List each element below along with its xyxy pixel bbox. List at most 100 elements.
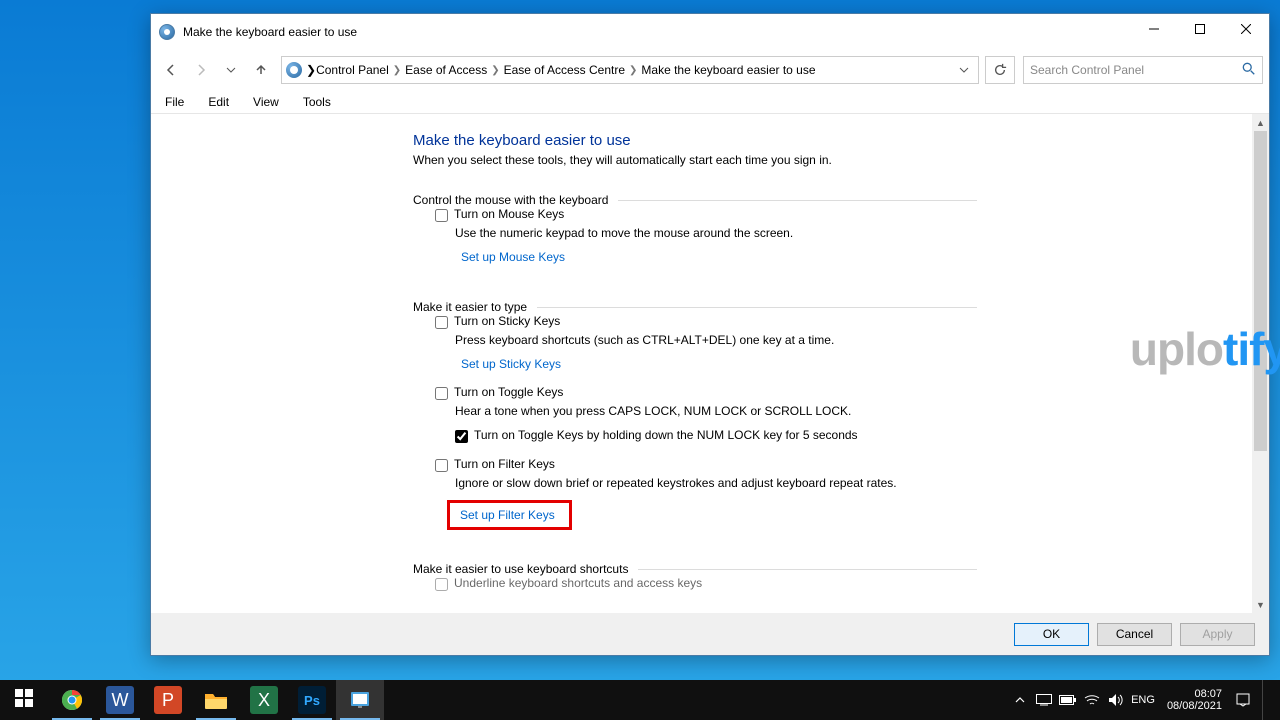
group-type: Make it easier to type Turn on Sticky Ke… [413, 292, 977, 540]
window-title: Make the keyboard easier to use [183, 25, 1131, 39]
group-label: Make it easier to use keyboard shortcuts [413, 562, 632, 576]
minimize-button[interactable] [1131, 14, 1177, 44]
checkbox-label: Turn on Toggle Keys [454, 385, 563, 399]
photoshop-icon: Ps [298, 686, 326, 714]
checkbox-label: Underline keyboard shortcuts and access … [454, 576, 702, 590]
app-icon [159, 24, 175, 40]
checkbox-toggle-keys[interactable]: Turn on Toggle Keys [435, 385, 977, 400]
tray-date: 08/08/2021 [1167, 700, 1222, 712]
taskbar-chrome[interactable] [48, 680, 96, 720]
folder-icon [202, 686, 230, 714]
tray-wifi-icon[interactable] [1083, 694, 1101, 706]
address-bar[interactable]: ❯ Control Panel ❯ Ease of Access ❯ Ease … [281, 56, 979, 84]
checkbox-underline-shortcuts[interactable]: Underline keyboard shortcuts and access … [435, 576, 977, 591]
chevron-right-icon: ❯ [306, 63, 316, 77]
link-setup-mouse-keys[interactable]: Set up Mouse Keys [461, 250, 565, 264]
menu-tools[interactable]: Tools [299, 93, 335, 111]
tray-chevron-up-icon[interactable] [1011, 695, 1029, 705]
apply-button[interactable]: Apply [1180, 623, 1255, 646]
ok-button[interactable]: OK [1014, 623, 1089, 646]
checkbox-underline-shortcuts-input[interactable] [435, 578, 448, 591]
taskbar-excel[interactable]: X [240, 680, 288, 720]
checkbox-sticky-keys[interactable]: Turn on Sticky Keys [435, 314, 977, 329]
chevron-right-icon: ❯ [629, 65, 637, 76]
checkbox-label: Turn on Filter Keys [454, 457, 555, 471]
tray-language[interactable]: ENG [1131, 694, 1155, 706]
tray-keyboard-icon[interactable] [1035, 694, 1053, 706]
checkbox-mouse-keys-input[interactable] [435, 209, 448, 222]
search-placeholder: Search Control Panel [1030, 63, 1144, 77]
checkbox-label: Turn on Mouse Keys [454, 207, 564, 221]
dialog-footer: OK Cancel Apply [151, 613, 1269, 655]
word-icon: W [106, 686, 134, 714]
start-button[interactable] [0, 680, 48, 720]
divider [537, 307, 977, 308]
toggle-keys-desc: Hear a tone when you press CAPS LOCK, NU… [455, 404, 977, 418]
checkbox-toggle-keys-hold-input[interactable] [455, 430, 468, 443]
link-setup-sticky-keys[interactable]: Set up Sticky Keys [461, 357, 561, 371]
tray-battery-icon[interactable] [1059, 695, 1077, 705]
tray-time: 08:07 [1167, 688, 1222, 700]
page-subtitle: When you select these tools, they will a… [413, 153, 1252, 167]
group-mouse: Control the mouse with the keyboard Turn… [413, 185, 977, 278]
taskbar-word[interactable]: W [96, 680, 144, 720]
checkbox-toggle-keys-input[interactable] [435, 387, 448, 400]
content-pane: Make the keyboard easier to use When you… [151, 114, 1252, 613]
divider [638, 569, 977, 570]
forward-button[interactable] [187, 56, 215, 84]
up-button[interactable] [247, 56, 275, 84]
taskbar: W P X Ps ENG 08:0 [0, 680, 1280, 720]
taskbar-control-panel[interactable] [336, 680, 384, 720]
link-setup-filter-keys[interactable]: Set up Filter Keys [447, 500, 572, 530]
divider [618, 200, 977, 201]
menu-file[interactable]: File [161, 93, 188, 111]
close-button[interactable] [1223, 14, 1269, 44]
checkbox-mouse-keys[interactable]: Turn on Mouse Keys [435, 207, 977, 222]
chrome-icon [58, 686, 86, 714]
taskbar-powerpoint[interactable]: P [144, 680, 192, 720]
control-panel-window: Make the keyboard easier to use [150, 13, 1270, 656]
filter-keys-desc: Ignore or slow down brief or repeated ke… [455, 476, 977, 490]
group-label: Make it easier to type [413, 300, 531, 314]
tray-volume-icon[interactable] [1107, 693, 1125, 707]
scroll-thumb[interactable] [1254, 131, 1267, 451]
scroll-down-button[interactable]: ▼ [1252, 596, 1269, 613]
titlebar: Make the keyboard easier to use [151, 14, 1269, 50]
search-icon [1242, 62, 1256, 79]
menu-view[interactable]: View [249, 93, 283, 111]
tray-notifications-icon[interactable] [1234, 692, 1252, 708]
taskbar-explorer[interactable] [192, 680, 240, 720]
mouse-keys-desc: Use the numeric keypad to move the mouse… [455, 226, 977, 240]
page-title: Make the keyboard easier to use [413, 132, 1252, 149]
address-dropdown[interactable] [954, 57, 974, 83]
group-label: Control the mouse with the keyboard [413, 193, 612, 207]
control-panel-icon [346, 686, 374, 714]
scroll-up-button[interactable]: ▲ [1252, 114, 1269, 131]
chevron-right-icon: ❯ [491, 65, 499, 76]
cancel-button[interactable]: Cancel [1097, 623, 1172, 646]
breadcrumb-item[interactable]: Control Panel [316, 63, 389, 77]
breadcrumb-item[interactable]: Make the keyboard easier to use [641, 63, 815, 77]
refresh-button[interactable] [985, 56, 1015, 84]
taskbar-photoshop[interactable]: Ps [288, 680, 336, 720]
tray-clock[interactable]: 08:07 08/08/2021 [1167, 688, 1222, 712]
windows-icon [15, 689, 33, 712]
back-button[interactable] [157, 56, 185, 84]
checkbox-toggle-keys-hold[interactable]: Turn on Toggle Keys by holding down the … [455, 428, 977, 443]
checkbox-label: Turn on Sticky Keys [454, 314, 560, 328]
breadcrumb-item[interactable]: Ease of Access Centre [504, 63, 625, 77]
checkbox-sticky-keys-input[interactable] [435, 316, 448, 329]
maximize-button[interactable] [1177, 14, 1223, 44]
search-input[interactable]: Search Control Panel [1023, 56, 1263, 84]
recent-dropdown[interactable] [217, 56, 245, 84]
checkbox-filter-keys[interactable]: Turn on Filter Keys [435, 457, 977, 472]
checkbox-label: Turn on Toggle Keys by holding down the … [474, 428, 858, 442]
powerpoint-icon: P [154, 686, 182, 714]
scroll-track[interactable] [1252, 131, 1269, 596]
vertical-scrollbar[interactable]: ▲ ▼ [1252, 114, 1269, 613]
menu-edit[interactable]: Edit [204, 93, 233, 111]
checkbox-filter-keys-input[interactable] [435, 459, 448, 472]
breadcrumb-item[interactable]: Ease of Access [405, 63, 487, 77]
show-desktop-button[interactable] [1262, 680, 1274, 720]
chevron-right-icon: ❯ [393, 65, 401, 76]
